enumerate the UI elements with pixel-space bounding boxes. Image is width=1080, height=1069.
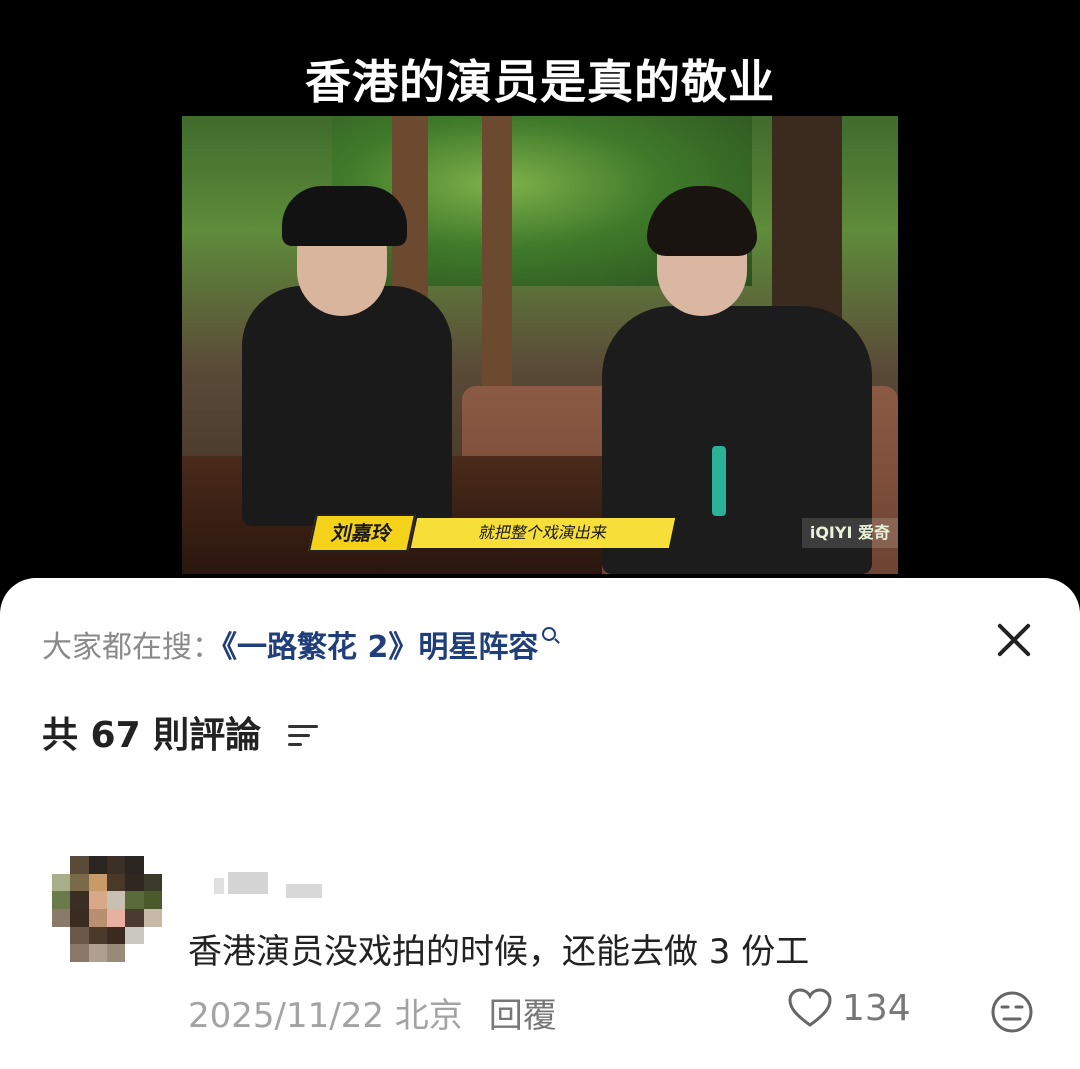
- tassel-pendant: [712, 446, 726, 516]
- comment-text: 香港演员没戏拍的时候，还能去做 3 份工: [188, 932, 810, 972]
- close-icon[interactable]: [990, 616, 1038, 664]
- comment-meta: 2025/11/22 北京 回覆: [188, 988, 557, 1037]
- comments-sheet: 大家都在搜：《一路繁花 2》明星阵容 共 67 則評論 香港演员没戏拍的时候，还…: [0, 578, 1080, 1069]
- sort-icon[interactable]: [287, 725, 318, 747]
- person-left-body: [242, 286, 452, 526]
- avatar[interactable]: [52, 856, 162, 962]
- heart-icon: [788, 988, 832, 1027]
- video-player[interactable]: 香港的演员是真的敬业 刘嘉玲 就把整个戏演出来 iQIYI 爱奇: [0, 0, 1080, 600]
- search-query[interactable]: 《一路繁花 2》明星阵容: [222, 630, 538, 665]
- reply-button[interactable]: 回覆: [489, 996, 557, 1036]
- search-prefix: 大家都在搜：: [42, 630, 222, 665]
- name-tag: 刘嘉玲: [307, 514, 417, 552]
- wooden-pillar: [482, 116, 512, 396]
- iqiyi-watermark: iQIYI 爱奇: [801, 518, 898, 548]
- cap: [282, 186, 407, 246]
- face-reaction-icon[interactable]: [990, 990, 1034, 1034]
- video-subtitle: 就把整个戏演出来: [410, 518, 676, 548]
- comment-count: 共 67 則評論: [42, 715, 262, 756]
- like-button[interactable]: 134: [788, 988, 911, 1029]
- comment-item: 香港演员没戏拍的时候，还能去做 3 份工 2025/11/22 北京 回覆 134: [0, 848, 1080, 1048]
- video-title: 香港的演员是真的敬业: [305, 55, 775, 109]
- search-icon: [542, 627, 557, 641]
- comment-count-row: 共 67 則評論: [42, 706, 318, 758]
- video-frame[interactable]: 刘嘉玲 就把整个戏演出来 iQIYI 爱奇: [182, 116, 898, 574]
- comment-date-location: 2025/11/22 北京: [188, 996, 463, 1036]
- like-count: 134: [842, 988, 911, 1029]
- username-redacted[interactable]: [214, 872, 324, 898]
- search-suggestion[interactable]: 大家都在搜：《一路繁花 2》明星阵容: [42, 622, 557, 666]
